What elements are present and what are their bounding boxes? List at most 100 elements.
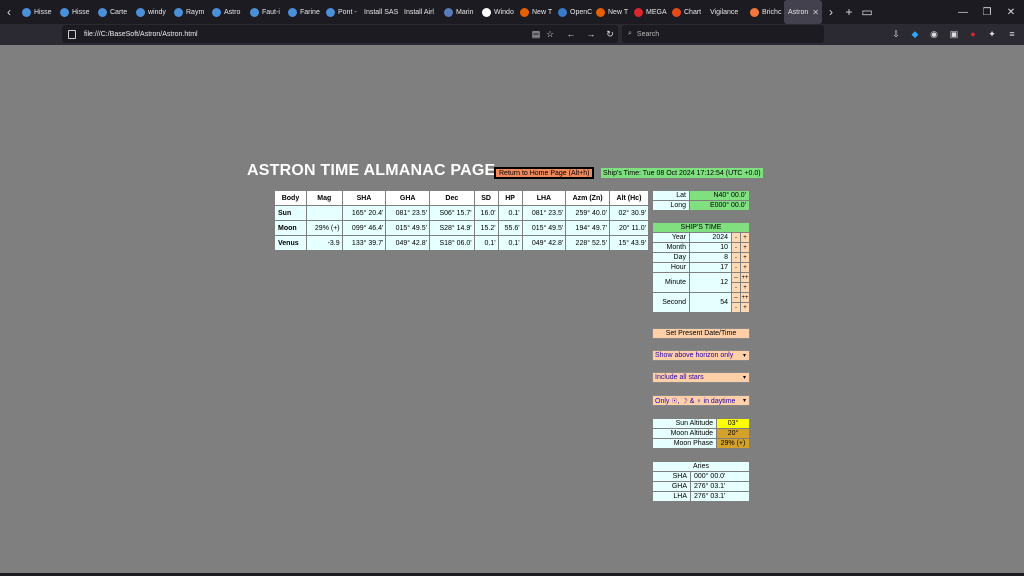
second-plus10-button[interactable]: ++: [740, 292, 750, 303]
browser-tab[interactable]: Marin: [440, 0, 478, 24]
browser-tab[interactable]: Faut-i: [246, 0, 284, 24]
browser-tab[interactable]: New T: [592, 0, 630, 24]
minute-minus10-button[interactable]: --: [731, 272, 741, 283]
reload-icon[interactable]: ↻: [602, 26, 618, 42]
lat-value[interactable]: N40° 00.0': [689, 190, 750, 201]
day-plus-button[interactable]: +: [740, 252, 750, 263]
back-icon[interactable]: ←: [563, 26, 579, 42]
browser-tab[interactable]: New T: [516, 0, 554, 24]
browser-tab[interactable]: OpenC: [554, 0, 592, 24]
browser-tab[interactable]: Carte: [94, 0, 132, 24]
day-value: 8: [689, 252, 732, 263]
tab-label: Astro: [224, 8, 241, 16]
new-tab-icon[interactable]: +: [840, 0, 858, 24]
second-label: Second: [652, 292, 690, 313]
second-minus-button[interactable]: -: [731, 302, 741, 313]
browser-tab[interactable]: Chart: [668, 0, 706, 24]
tab-label: Pont -: [338, 8, 357, 16]
month-value: 10: [689, 242, 732, 253]
hour-minus-button[interactable]: -: [731, 262, 741, 273]
browser-tab[interactable]: Hisse: [18, 0, 56, 24]
tab-favicon-icon: [672, 7, 681, 17]
table-cell: S18° 06.0': [429, 235, 475, 251]
browser-tab[interactable]: MEGA: [630, 0, 668, 24]
return-home-button[interactable]: Return to Home Page (Alt+h): [494, 167, 595, 179]
browser-tab[interactable]: Install SAS: [360, 0, 400, 24]
tab-favicon-icon: [750, 7, 759, 17]
close-tab-icon[interactable]: ✕: [812, 8, 819, 17]
close-window-icon[interactable]: ✕: [998, 0, 1024, 24]
aries-gha-value: 276° 03.1': [690, 481, 750, 492]
minute-plus-button[interactable]: +: [740, 282, 750, 293]
tab-favicon-icon: [634, 7, 643, 17]
minute-plus10-button[interactable]: ++: [740, 272, 750, 283]
year-plus-button[interactable]: +: [740, 232, 750, 243]
table-cell: S28° 14.9': [429, 220, 475, 236]
month-minus-button[interactable]: -: [731, 242, 741, 253]
tab-label: Carte: [110, 8, 128, 16]
browser-tab[interactable]: Brichc: [746, 0, 784, 24]
page-title: ASTRON TIME ALMANAC PAGE: [247, 162, 496, 179]
browser-tab[interactable]: Windo: [478, 0, 516, 24]
search-box[interactable]: ⌕ Search: [622, 25, 824, 43]
tab-label: Brichc: [762, 8, 782, 16]
set-present-datetime-button[interactable]: Set Present Date/Time: [652, 328, 750, 339]
tab-favicon-icon: [98, 7, 107, 17]
chevron-down-icon: ▾: [742, 398, 746, 404]
downloads-icon[interactable]: ⇩: [888, 26, 904, 42]
extension-icon[interactable]: ◆: [907, 26, 923, 42]
second-plus-button[interactable]: +: [740, 302, 750, 313]
month-label: Month: [652, 242, 690, 253]
browser-tab[interactable]: Raym: [170, 0, 208, 24]
url-text: file:///C:/BaseSoft/Astron/Astron.html: [84, 30, 198, 38]
table-cell: 15.2': [473, 220, 499, 236]
stars-select[interactable]: Include all stars ▾: [652, 372, 750, 383]
table-cell: 20° 11.0': [608, 220, 650, 236]
year-minus-button[interactable]: -: [731, 232, 741, 243]
tab-label: Faut-i: [262, 8, 280, 16]
extension-icon[interactable]: ◉: [926, 26, 942, 42]
table-cell: 081° 23.5': [521, 205, 567, 221]
month-plus-button[interactable]: +: [740, 242, 750, 253]
daytime-select-value: Only ☉, ☽ & ♀ in daytime: [655, 397, 736, 405]
tab-scroll-left-icon[interactable]: ‹: [0, 0, 18, 24]
tab-label: Astron: [788, 8, 809, 16]
tab-label: Hisse: [34, 8, 52, 16]
extension-icon[interactable]: ▣: [946, 26, 962, 42]
almanac-header-row: Body Mag SHA GHA Dec SD HP LHA Azm (Zn) Alt (Hc): [274, 190, 650, 206]
ships-time-display: Ship's Time: Tue 08 Oct 2024 17:12:54 (U…: [601, 168, 763, 178]
browser-tab[interactable]: Hisse: [56, 0, 94, 24]
altitude-table: Sun Altitude 03° Moon Altitude 20° Moon Ph…: [652, 418, 750, 449]
tab-label: Raym: [186, 8, 205, 16]
minimize-icon[interactable]: —: [950, 0, 976, 24]
browser-tab[interactable]: Astron ✕: [784, 0, 822, 24]
browser-tab[interactable]: Vigilance: [706, 0, 746, 24]
hour-plus-button[interactable]: +: [740, 262, 750, 273]
browser-tab[interactable]: windy: [132, 0, 170, 24]
tab-list-icon[interactable]: ▭: [858, 0, 876, 24]
minute-minus-button[interactable]: -: [731, 282, 741, 293]
tab-scroll-right-icon[interactable]: ›: [822, 0, 840, 24]
table-cell: 259° 40.0': [565, 205, 610, 221]
browser-tab[interactable]: Pont -: [322, 0, 360, 24]
restore-icon[interactable]: ❐: [974, 0, 1000, 24]
second-minus10-button[interactable]: --: [731, 292, 741, 303]
long-value[interactable]: E000° 00.0': [689, 200, 750, 211]
day-minus-button[interactable]: -: [731, 252, 741, 263]
tab-favicon-icon: [520, 7, 529, 17]
forward-icon[interactable]: →: [583, 26, 599, 42]
browser-tab[interactable]: Farine: [284, 0, 322, 24]
tab-favicon-icon: [174, 7, 183, 17]
daytime-select[interactable]: Only ☉, ☽ & ♀ in daytime ▾: [652, 395, 750, 406]
bookmark-star-icon[interactable]: ☆: [542, 26, 558, 42]
browser-tab[interactable]: Install Airl: [400, 0, 440, 24]
menu-icon[interactable]: ≡: [1004, 26, 1020, 42]
tab-label: windy: [148, 8, 166, 16]
tab-favicon-icon: [60, 7, 69, 17]
extensions-puzzle-icon[interactable]: ✦: [984, 26, 1000, 42]
sun-altitude-value: 03°: [716, 418, 750, 429]
extension-icon[interactable]: ●: [965, 26, 981, 42]
browser-tab[interactable]: Astro: [208, 0, 246, 24]
horizon-select[interactable]: Show above horizon only ▾: [652, 350, 750, 361]
horizon-select-value: Show above horizon only: [655, 352, 734, 359]
